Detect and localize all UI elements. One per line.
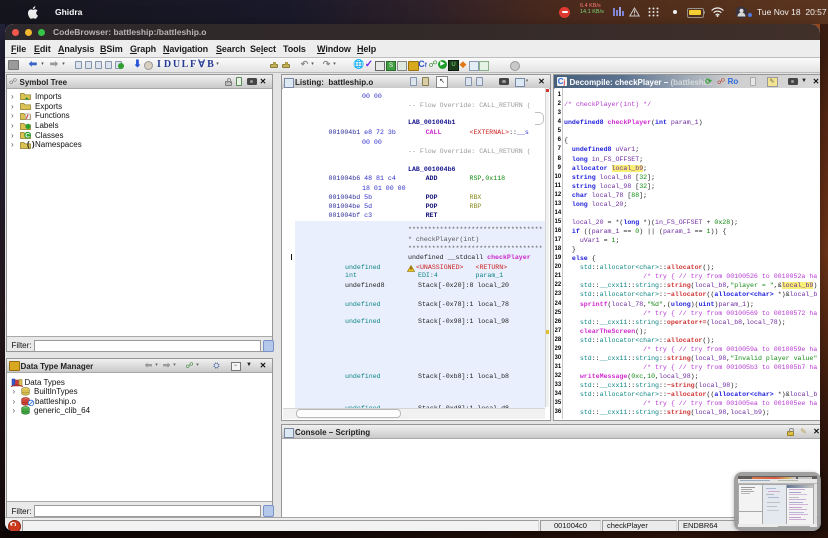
svg-text:C: C [25,133,30,139]
